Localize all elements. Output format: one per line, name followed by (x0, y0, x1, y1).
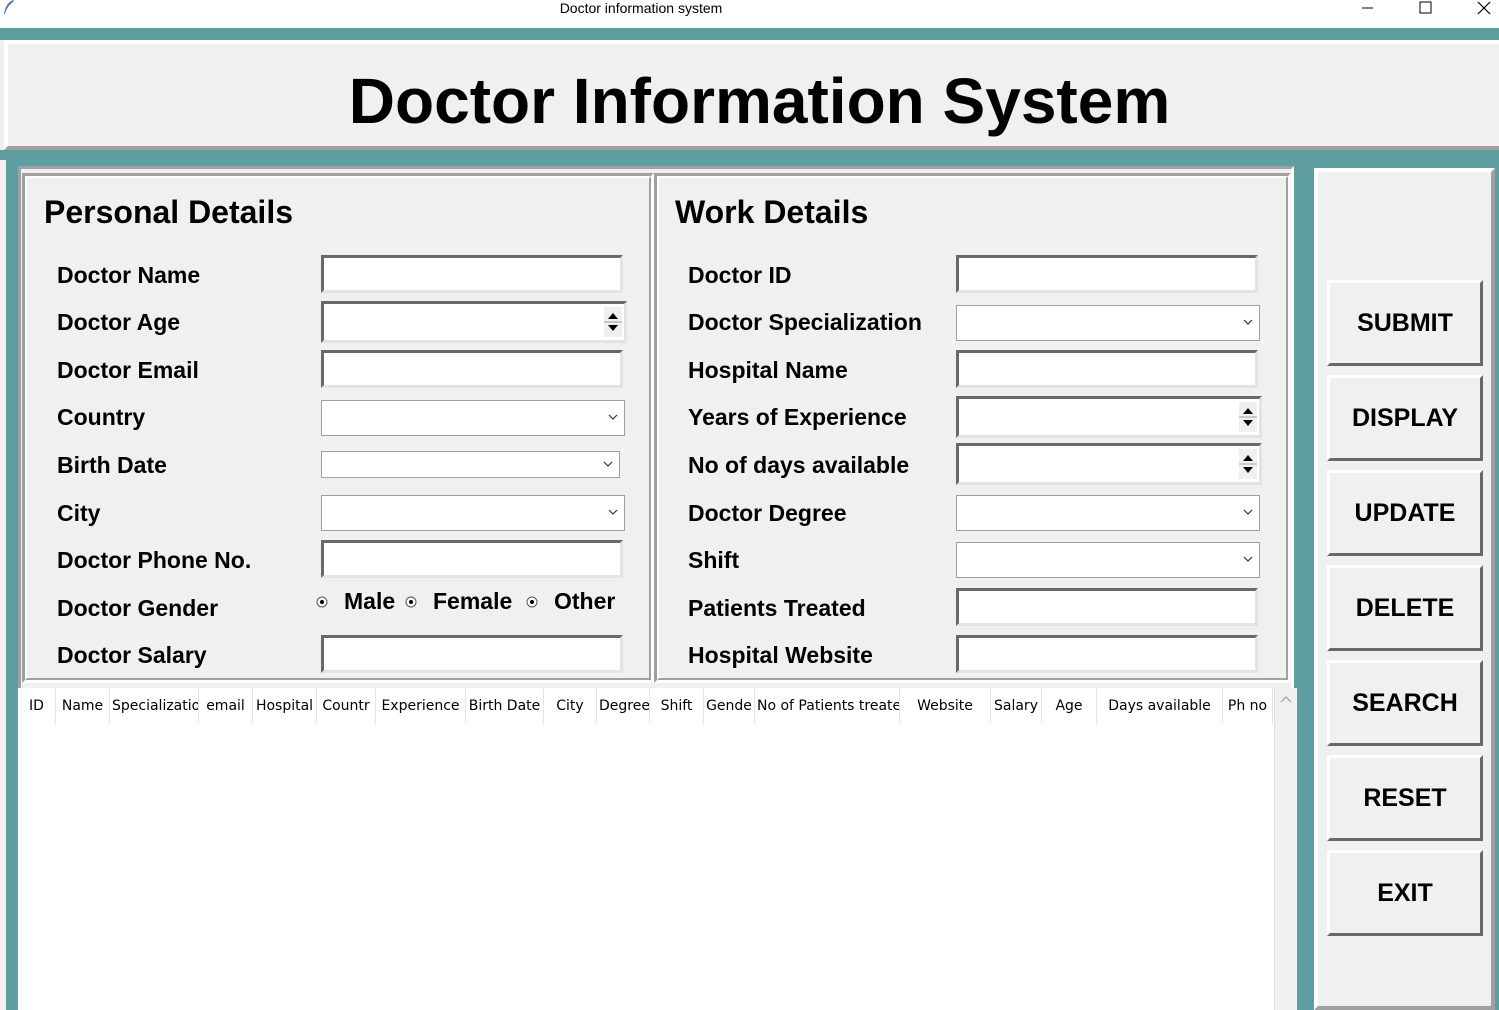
doctor-id-input[interactable] (956, 255, 1258, 293)
update-button[interactable]: UPDATE (1327, 470, 1483, 556)
hospital-name-label: Hospital Name (688, 357, 848, 383)
doctor-gender-label: Doctor Gender (57, 595, 219, 621)
doctor-records-table[interactable]: ID Name Specializatio email Hospital Cou… (18, 688, 1274, 1010)
table-vertical-scrollbar[interactable] (1274, 688, 1297, 1010)
birth-date-label: Birth Date (57, 452, 167, 478)
hospital-website-label: Hospital Website (688, 642, 873, 668)
window-titlebar: Doctor information system (0, 0, 1499, 28)
doctor-email-input[interactable] (321, 350, 623, 388)
doctor-degree-label: Doctor Degree (688, 500, 847, 526)
country-label: Country (57, 404, 146, 430)
chevron-up-icon[interactable] (1279, 694, 1293, 704)
doctor-degree-combobox[interactable] (956, 495, 1260, 531)
personal-details-title: Personal Details (44, 194, 293, 230)
chevron-down-icon[interactable] (603, 460, 613, 468)
column-header-gender[interactable]: Gende (704, 688, 755, 724)
work-details-title: Work Details (675, 194, 869, 230)
minimize-icon[interactable] (1347, 0, 1387, 18)
display-button[interactable]: DISPLAY (1327, 375, 1483, 461)
spin-arrows-icon[interactable] (1239, 402, 1257, 432)
years-experience-spinbox[interactable] (956, 396, 1262, 438)
column-header-birth-date[interactable]: Birth Date (466, 688, 544, 724)
gender-male-label: Male (344, 588, 396, 614)
country-combobox[interactable] (321, 400, 625, 436)
doctor-age-label: Doctor Age (57, 309, 181, 335)
patients-treated-label: Patients Treated (688, 595, 866, 621)
column-header-hospital[interactable]: Hospital (253, 688, 317, 724)
city-label: City (57, 500, 101, 526)
column-header-city[interactable]: City (544, 688, 597, 724)
gender-other-label: Other (554, 588, 616, 614)
header-divider-band (0, 150, 1499, 160)
column-header-days-available[interactable]: Days available (1097, 688, 1223, 724)
header-panel: Doctor Information System (4, 40, 1499, 150)
doctor-phone-input[interactable] (321, 540, 623, 578)
window-title: Doctor information system (559, 0, 723, 16)
doctor-name-label: Doctor Name (57, 262, 201, 288)
doctor-salary-label: Doctor Salary (57, 642, 207, 668)
radio-icon[interactable] (405, 596, 417, 608)
column-header-shift[interactable]: Shift (650, 688, 704, 724)
gender-female-label: Female (433, 588, 513, 614)
doctor-phone-label: Doctor Phone No. (57, 547, 252, 573)
doctor-salary-input[interactable] (321, 635, 623, 673)
chevron-down-icon[interactable] (1243, 508, 1253, 516)
column-header-patients-treated[interactable]: No of Patients treate (755, 688, 900, 724)
page-title: Doctor Information System (348, 65, 1171, 137)
column-header-age[interactable]: Age (1042, 688, 1097, 724)
column-header-name[interactable]: Name (56, 688, 110, 724)
maximize-icon[interactable] (1405, 0, 1445, 18)
radio-icon[interactable] (526, 596, 538, 608)
table-header-row: ID Name Specializatio email Hospital Cou… (18, 688, 1273, 724)
column-header-degree[interactable]: Degree (597, 688, 650, 724)
doctor-specialization-label: Doctor Specialization (688, 309, 922, 335)
city-combobox[interactable] (321, 495, 625, 531)
reset-button[interactable]: RESET (1327, 755, 1483, 841)
birth-date-combobox[interactable] (321, 451, 620, 478)
doctor-age-spinbox[interactable] (321, 301, 627, 343)
chevron-down-icon[interactable] (1243, 318, 1253, 326)
column-header-phone[interactable]: Ph no (1223, 688, 1273, 724)
spin-arrows-icon[interactable] (604, 307, 622, 337)
shift-combobox[interactable] (956, 542, 1260, 578)
column-header-website[interactable]: Website (900, 688, 991, 724)
submit-button[interactable]: SUBMIT (1327, 280, 1483, 366)
years-experience-label: Years of Experience (688, 404, 907, 430)
days-available-spinbox[interactable] (956, 443, 1262, 485)
column-header-experience[interactable]: Experience (376, 688, 466, 724)
column-header-salary[interactable]: Salary (991, 688, 1042, 724)
column-header-country[interactable]: Countr (317, 688, 376, 724)
doctor-name-input[interactable] (321, 255, 623, 293)
radio-icon[interactable] (316, 596, 328, 608)
hospital-name-input[interactable] (956, 350, 1258, 388)
top-frame-band (0, 28, 1499, 40)
doctor-id-label: Doctor ID (688, 262, 792, 288)
column-header-specialization[interactable]: Specializatio (110, 688, 199, 724)
hospital-website-input[interactable] (956, 635, 1258, 673)
search-button[interactable]: SEARCH (1327, 660, 1483, 746)
close-icon[interactable] (1463, 0, 1499, 18)
shift-label: Shift (688, 547, 740, 573)
chevron-down-icon[interactable] (1243, 555, 1253, 563)
doctor-email-label: Doctor Email (57, 357, 199, 383)
exit-button[interactable]: EXIT (1327, 850, 1483, 936)
delete-button[interactable]: DELETE (1327, 565, 1483, 651)
spin-arrows-icon[interactable] (1239, 449, 1257, 479)
chevron-down-icon[interactable] (608, 508, 618, 516)
column-header-email[interactable]: email (199, 688, 253, 724)
days-available-label: No of days available (688, 452, 910, 478)
column-header-id[interactable]: ID (18, 688, 56, 724)
chevron-down-icon[interactable] (608, 413, 618, 421)
patients-treated-input[interactable] (956, 588, 1258, 626)
doctor-specialization-combobox[interactable] (956, 305, 1260, 341)
